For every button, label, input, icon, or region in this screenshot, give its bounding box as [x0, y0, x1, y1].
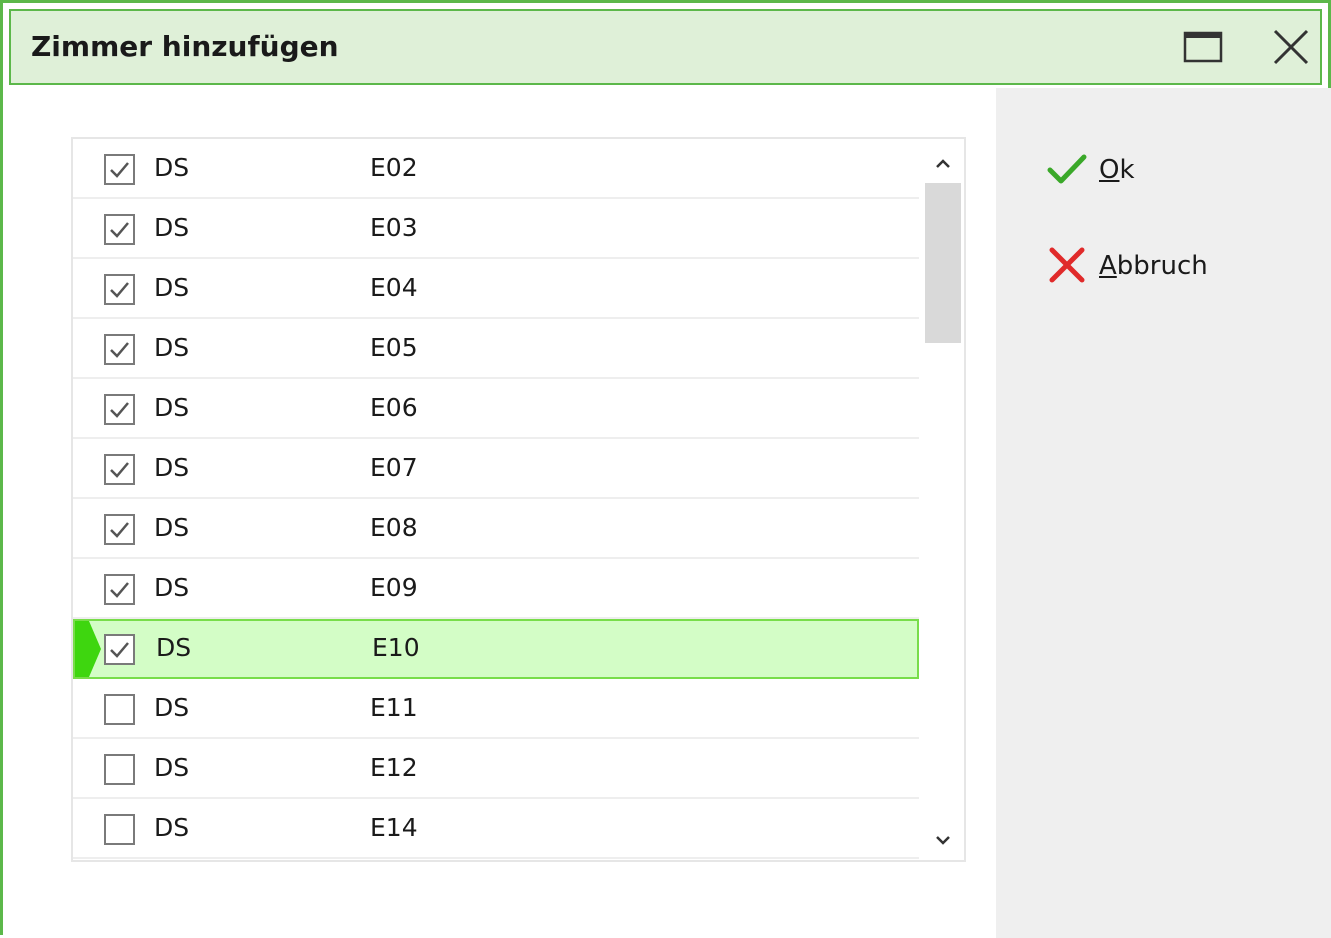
- room-type-cell: DS: [154, 213, 190, 242]
- room-number-cell: E14: [370, 813, 418, 842]
- check-icon: [110, 222, 129, 238]
- dialog-title: Zimmer hinzufügen: [31, 30, 339, 63]
- room-row[interactable]: DS E11: [73, 679, 919, 739]
- room-checkbox[interactable]: [104, 334, 135, 365]
- room-type-cell: DS: [154, 693, 190, 722]
- room-number-cell: E06: [370, 393, 418, 422]
- check-icon: [110, 642, 129, 658]
- ok-mnemonic: O: [1099, 155, 1120, 185]
- room-type-cell: DS: [154, 273, 190, 302]
- room-list-box: DS E02 DS E03 DS E04 DS E05 DS E06 DS E07 DS E08 DS E09…: [71, 137, 966, 862]
- room-number-cell: E02: [370, 153, 418, 182]
- cancel-button[interactable]: Abbruch: [1047, 241, 1237, 291]
- cancel-mnemonic: A: [1099, 251, 1117, 281]
- room-number-cell: E11: [370, 693, 418, 722]
- room-row[interactable]: DS E08: [73, 499, 919, 559]
- room-checkbox[interactable]: [104, 154, 135, 185]
- room-row[interactable]: DS E02: [73, 139, 919, 199]
- room-type-cell: DS: [156, 633, 192, 662]
- check-icon: [110, 582, 129, 598]
- room-row[interactable]: DS E06: [73, 379, 919, 439]
- room-checkbox[interactable]: [104, 574, 135, 605]
- room-row[interactable]: DS E10: [73, 619, 919, 679]
- room-checkbox[interactable]: [104, 394, 135, 425]
- room-row[interactable]: DS E12: [73, 739, 919, 799]
- room-number-cell: E12: [370, 753, 418, 782]
- check-icon: [110, 522, 129, 538]
- room-checkbox[interactable]: [104, 754, 135, 785]
- checkmark-icon: [1047, 154, 1087, 184]
- row-selection-marker: [75, 621, 101, 677]
- room-row[interactable]: DS E04: [73, 259, 919, 319]
- room-number-cell: E09: [370, 573, 418, 602]
- check-icon: [110, 462, 129, 478]
- room-checkbox[interactable]: [104, 274, 135, 305]
- dialog-window: Zimmer hinzufügen DS E02 DS E03 DS E04 DS E05 DS…: [0, 0, 1331, 938]
- room-type-cell: DS: [154, 753, 190, 782]
- cancel-label-rest: bbruch: [1116, 251, 1208, 281]
- close-icon: [1273, 29, 1309, 65]
- scroll-up-button[interactable]: [923, 147, 964, 181]
- maximize-button[interactable]: [1181, 25, 1225, 69]
- title-bar: Zimmer hinzufügen: [9, 9, 1322, 85]
- room-type-cell: DS: [154, 813, 190, 842]
- vertical-scrollbar[interactable]: [923, 139, 964, 860]
- check-icon: [110, 282, 129, 298]
- room-type-cell: DS: [154, 573, 190, 602]
- ok-label: Ok: [1099, 145, 1135, 195]
- room-number-cell: E05: [370, 333, 418, 362]
- room-checkbox[interactable]: [104, 214, 135, 245]
- chevron-up-icon: [936, 159, 950, 168]
- room-row[interactable]: DS E07: [73, 439, 919, 499]
- room-number-cell: E03: [370, 213, 418, 242]
- chevron-down-icon: [936, 836, 950, 845]
- check-icon: [110, 342, 129, 358]
- ok-button[interactable]: Ok: [1047, 145, 1167, 195]
- scroll-down-button[interactable]: [923, 823, 964, 857]
- check-icon: [110, 402, 129, 418]
- room-checkbox[interactable]: [104, 694, 135, 725]
- room-number-cell: E08: [370, 513, 418, 542]
- room-checkbox[interactable]: [104, 814, 135, 845]
- room-checkbox[interactable]: [104, 454, 135, 485]
- room-row[interactable]: DS E05: [73, 319, 919, 379]
- maximize-icon: [1183, 31, 1223, 63]
- scrollbar-thumb[interactable]: [925, 183, 961, 343]
- room-type-cell: DS: [154, 153, 190, 182]
- cross-icon: [1049, 247, 1085, 283]
- cancel-label: Abbruch: [1099, 241, 1208, 291]
- room-number-cell: E10: [372, 633, 420, 662]
- room-type-cell: DS: [154, 453, 190, 482]
- action-panel: [996, 88, 1331, 938]
- room-row[interactable]: DS E14: [73, 799, 919, 859]
- room-type-cell: DS: [154, 513, 190, 542]
- room-type-cell: DS: [154, 333, 190, 362]
- room-type-cell: DS: [154, 393, 190, 422]
- room-checkbox[interactable]: [104, 634, 135, 665]
- room-row[interactable]: DS E03: [73, 199, 919, 259]
- room-checkbox[interactable]: [104, 514, 135, 545]
- close-button[interactable]: [1269, 25, 1313, 69]
- check-icon: [110, 162, 129, 178]
- room-number-cell: E04: [370, 273, 418, 302]
- room-list: DS E02 DS E03 DS E04 DS E05 DS E06 DS E07 DS E08 DS E09…: [73, 139, 921, 859]
- room-number-cell: E07: [370, 453, 418, 482]
- ok-label-rest: k: [1119, 155, 1135, 185]
- room-row[interactable]: DS E09: [73, 559, 919, 619]
